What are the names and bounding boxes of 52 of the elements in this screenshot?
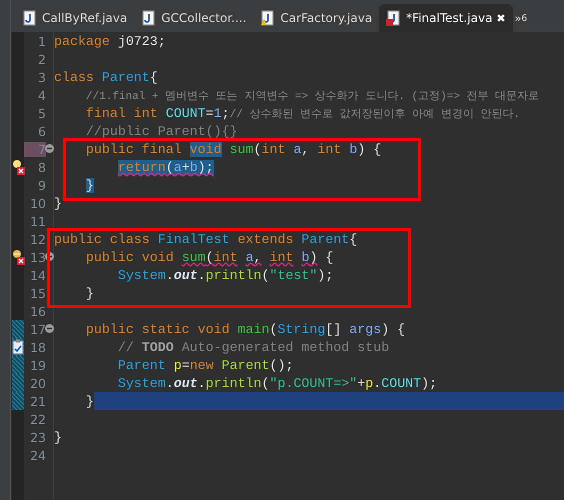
line-number: 2 [37, 52, 46, 66]
code-line: public class FinalTest extends Parent{ [54, 230, 358, 248]
code-line: } [54, 428, 63, 446]
code-line: class Parent{ [54, 68, 159, 86]
code-line: } [84, 284, 95, 302]
line-number: 16 [29, 304, 46, 318]
line-number: 18 [29, 340, 46, 354]
line-number: 1 [37, 34, 46, 48]
code-line: System.out.println("p.COUNT=>"+p.COUNT); [116, 374, 438, 392]
line-number: 23 [29, 430, 46, 444]
close-icon[interactable]: ✖ [496, 12, 506, 24]
code-line: } [54, 392, 564, 410]
fold-icon[interactable] [45, 324, 54, 333]
line-number: 5 [37, 106, 46, 120]
editor-tab[interactable]: *FinalTest.java ✖ [379, 4, 513, 32]
code-line: public static void main(String[] args) { [84, 320, 406, 338]
error-bulb-icon[interactable] [12, 159, 26, 175]
code-line: package j0723; [54, 32, 167, 50]
fold-icon[interactable] [45, 144, 54, 153]
editor-tab[interactable]: CallByRef.java [15, 4, 134, 32]
code-line: return(a+b); [116, 158, 215, 176]
editor-tab[interactable]: GCCollector.... [134, 4, 254, 32]
line-number: 12 [29, 232, 46, 246]
code-line: // TODO Auto-generated method stub [116, 338, 390, 356]
line-number: 11 [29, 214, 46, 228]
code-line: final int COUNT=1;// 상수화된 변수로 값저장된이후 아예 변경이 안된다. [84, 104, 522, 122]
line-number: 21 [29, 394, 46, 408]
code-line: public final void sum(int a, int b) { [84, 140, 382, 158]
line-number: 20 [29, 376, 46, 390]
line-number: 19 [29, 358, 46, 372]
code-line: public void sum(int a, int b) { [84, 248, 334, 266]
editor-tab[interactable]: CarFactory.java [253, 4, 380, 32]
line-number: 7 [24, 142, 46, 156]
line-number: 14 [29, 268, 46, 282]
line-number: 3 [37, 70, 46, 84]
fold-icon[interactable] [45, 252, 54, 261]
code-line: } [54, 194, 63, 212]
line-number: 6 [37, 124, 46, 138]
line-number: 4 [37, 88, 46, 102]
code-line: System.out.println("test"); [116, 266, 334, 284]
line-number: 17 [29, 322, 46, 336]
line-number: 22 [29, 412, 46, 426]
line-number: 24 [29, 448, 46, 462]
line-number: 15 [29, 286, 46, 300]
line-number: 8 [37, 160, 46, 174]
code-line: Parent p=new Parent(); [116, 356, 294, 374]
code-line: //public Parent(){} [84, 122, 239, 140]
error-bulb-icon[interactable] [12, 249, 26, 265]
line-number: 13 [29, 250, 46, 264]
line-number: 10 [29, 196, 46, 210]
line-number: 9 [37, 178, 46, 192]
code-line: //1.final + 멤버변수 또는 지역변수 => 상수화가 도니다. (고정)=> 전부 대문자로 [84, 90, 540, 104]
